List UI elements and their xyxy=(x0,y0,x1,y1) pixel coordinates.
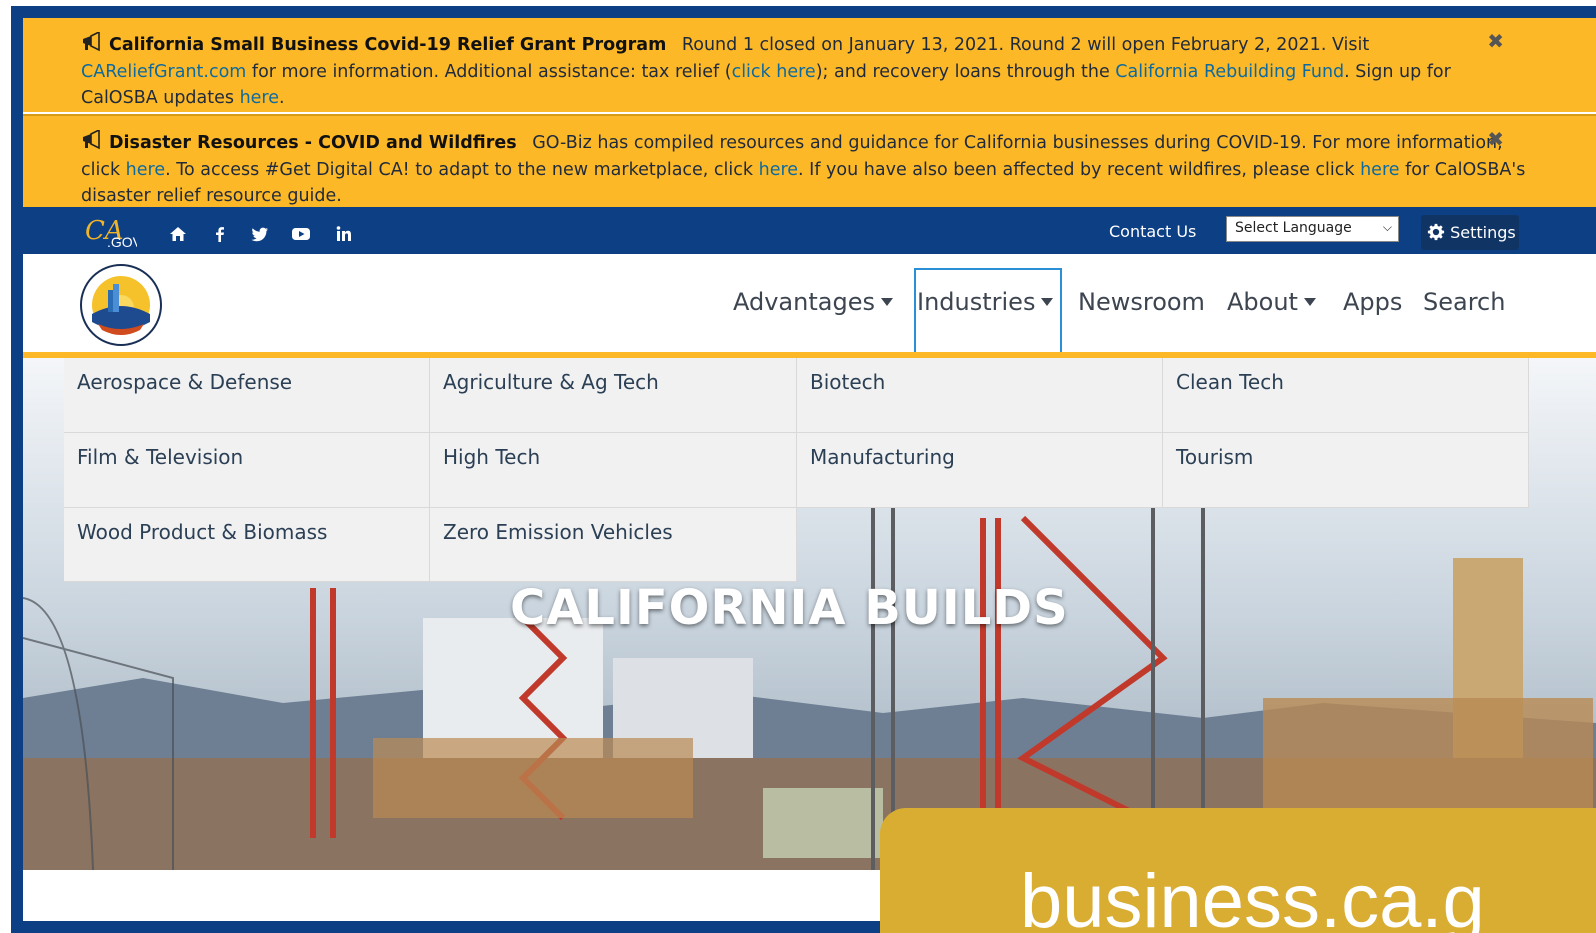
utility-bar: CA .GOV Contact Us Select Language ⌵ xyxy=(23,207,1596,254)
alert-relief-grant: California Small Business Covid-19 Relie… xyxy=(23,18,1596,112)
alert-title: California Small Business Covid-19 Relie… xyxy=(109,35,667,55)
close-icon[interactable]: ✖ xyxy=(1487,126,1504,153)
menu-item-biotech[interactable]: Biotech xyxy=(797,358,1163,433)
menu-item-tourism[interactable]: Tourism xyxy=(1163,433,1529,508)
close-icon[interactable]: ✖ xyxy=(1487,28,1504,55)
linkedin-icon[interactable] xyxy=(335,225,353,243)
alert-title: Disaster Resources - COVID and Wildfires xyxy=(109,133,517,153)
home-icon[interactable] xyxy=(169,225,187,243)
menu-item-wood-biomass[interactable]: Wood Product & Biomass xyxy=(64,508,430,582)
caret-down-icon xyxy=(1041,298,1054,306)
alert-disaster-resources: Disaster Resources - COVID and Wildfires… xyxy=(23,114,1596,207)
nav-newsroom[interactable]: Newsroom xyxy=(1078,288,1205,316)
alert-text: . If you have also been affected by rece… xyxy=(798,159,1361,180)
menu-item-agriculture[interactable]: Agriculture & Ag Tech xyxy=(430,358,797,433)
menu-item-clean-tech[interactable]: Clean Tech xyxy=(1163,358,1529,433)
grant-link[interactable]: CAReliefGrant.com xyxy=(81,62,246,82)
settings-label: Settings xyxy=(1450,223,1516,242)
nav-about[interactable]: About xyxy=(1227,288,1316,316)
get-digital-link[interactable]: here xyxy=(759,160,798,180)
menu-item-high-tech[interactable]: High Tech xyxy=(430,433,797,508)
twitter-icon[interactable] xyxy=(251,225,269,243)
hero-title: CALIFORNIA BUILDS xyxy=(510,580,1069,636)
alert-text: Round 1 closed on January 13, 2021. Roun… xyxy=(681,35,1370,55)
tax-relief-link[interactable]: click here xyxy=(732,62,816,82)
menu-item-aerospace[interactable]: Aerospace & Defense xyxy=(64,358,430,433)
menu-item-film-television[interactable]: Film & Television xyxy=(64,433,430,508)
wildfire-guide-link[interactable]: here xyxy=(1360,160,1399,180)
language-select[interactable]: Select Language ⌵ xyxy=(1226,216,1399,242)
go-biz-seal-logo[interactable] xyxy=(80,264,162,346)
nav-industries[interactable]: Industries xyxy=(917,288,1054,316)
alert-text: . To access #Get Digital CA! to adapt to… xyxy=(165,159,759,180)
alert-text: . xyxy=(279,88,285,108)
menu-item-manufacturing[interactable]: Manufacturing xyxy=(797,433,1163,508)
calosba-updates-link[interactable]: here xyxy=(240,88,279,108)
rebuilding-fund-link[interactable]: California Rebuilding Fund xyxy=(1115,62,1344,82)
language-select-value: Select Language xyxy=(1235,220,1352,236)
alert-text: for more information. Additional assista… xyxy=(246,61,732,82)
youtube-icon[interactable] xyxy=(291,225,311,243)
frame-border-top xyxy=(11,6,1596,18)
main-navbar: Advantages Industries Newsroom About App… xyxy=(23,254,1596,356)
industries-mega-menu: Aerospace & Defense Agriculture & Ag Tec… xyxy=(64,358,1529,582)
frame-border-left xyxy=(11,6,23,933)
gear-icon xyxy=(1427,223,1445,241)
settings-button[interactable]: Settings xyxy=(1421,215,1519,250)
svg-text:.GOV: .GOV xyxy=(107,234,137,250)
megaphone-icon xyxy=(83,32,100,52)
card-text: business.ca.g xyxy=(1020,859,1485,933)
facebook-icon[interactable] xyxy=(211,225,229,243)
nav-apps[interactable]: Apps xyxy=(1343,288,1402,316)
covid-resources-link[interactable]: here xyxy=(126,160,165,180)
menu-item-zero-emission[interactable]: Zero Emission Vehicles xyxy=(430,508,797,582)
caret-down-icon xyxy=(1303,298,1316,306)
nav-search[interactable]: Search xyxy=(1423,288,1505,316)
browser-frame: California Small Business Covid-19 Relie… xyxy=(0,0,1596,933)
ca-gov-logo[interactable]: CA .GOV xyxy=(85,215,137,251)
caret-down-icon xyxy=(880,298,893,306)
business-ca-gov-card[interactable]: business.ca.g xyxy=(880,808,1596,933)
nav-industries-label: Industries xyxy=(917,288,1036,316)
nav-about-label: About xyxy=(1227,288,1298,316)
nav-advantages-label: Advantages xyxy=(733,288,875,316)
nav-advantages[interactable]: Advantages xyxy=(733,288,893,316)
alert-text: ); and recovery loans through the xyxy=(815,61,1116,82)
contact-us-link[interactable]: Contact Us xyxy=(1109,222,1196,241)
megaphone-icon xyxy=(83,130,100,150)
chevron-down-icon: ⌵ xyxy=(1382,220,1392,234)
